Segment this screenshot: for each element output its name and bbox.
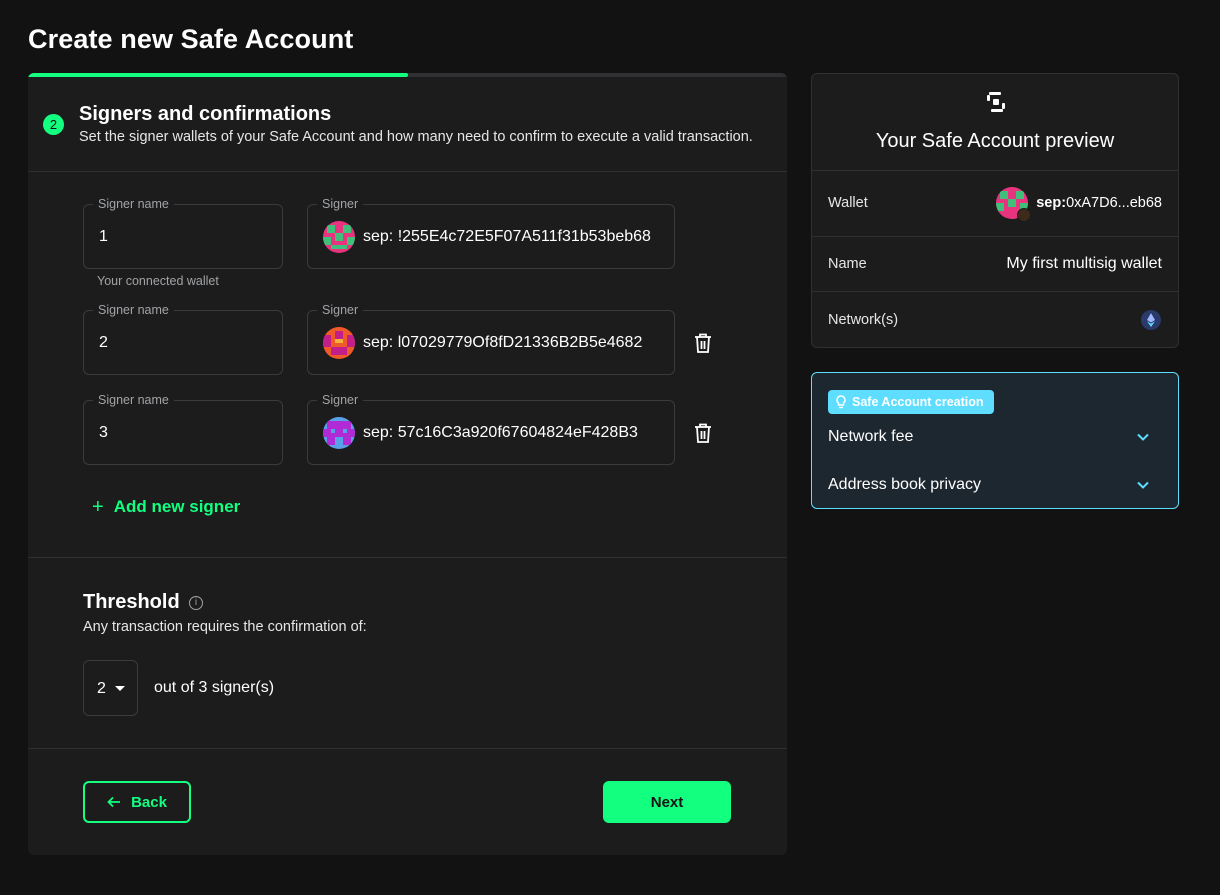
signer-name-label: Signer name bbox=[93, 196, 174, 212]
signer-address-field-1[interactable]: Signer sep: !255E4c72E5F07A511f31b53beb6… bbox=[307, 196, 675, 269]
signer-name-field-3[interactable]: Signer name 3 bbox=[83, 392, 283, 465]
safe-preview-card: Your Safe Account preview Wallet sep:0xA… bbox=[811, 73, 1179, 348]
divider bbox=[28, 171, 787, 172]
step-description: Set the signer wallets of your Safe Acco… bbox=[79, 129, 753, 145]
signer-identicon-3 bbox=[323, 417, 355, 449]
signer-name-value[interactable]: 2 bbox=[99, 334, 108, 352]
create-safe-card: 2 Signers and confirmations Set the sign… bbox=[28, 73, 787, 855]
page-title: Create new Safe Account bbox=[28, 24, 354, 54]
signer-address-value[interactable]: sep: 57c16C3a920f67604824eF428B3 bbox=[363, 424, 653, 442]
signer-address-label: Signer bbox=[317, 196, 364, 212]
plus-icon: + bbox=[92, 496, 104, 518]
preview-networks-row: Network(s) bbox=[812, 291, 1178, 347]
wallet-label: Wallet bbox=[828, 195, 868, 211]
signer-name-label: Signer name bbox=[93, 302, 174, 318]
next-button[interactable]: Next bbox=[603, 781, 731, 823]
network-fee-accordion[interactable]: Network fee bbox=[828, 423, 1150, 451]
threshold-select[interactable]: 2 bbox=[83, 660, 138, 716]
divider bbox=[28, 748, 787, 749]
signer-name-value[interactable]: 3 bbox=[99, 424, 108, 442]
caret-down-icon bbox=[115, 686, 125, 691]
threshold-suffix: out of 3 signer(s) bbox=[154, 679, 275, 696]
signer-address-value[interactable]: sep: l07029779Of8fD21336B2B5e4682 bbox=[363, 334, 653, 352]
chevron-down-icon bbox=[1137, 481, 1149, 489]
preview-title: Your Safe Account preview bbox=[875, 130, 1115, 152]
signer-address-value[interactable]: sep: !255E4c72E5F07A511f31b53beb68 bbox=[363, 228, 653, 246]
signer-address-label: Signer bbox=[317, 302, 364, 318]
networks-label: Network(s) bbox=[828, 312, 899, 328]
add-new-signer-button[interactable]: + Add new signer bbox=[92, 497, 240, 517]
progress-bar-fill bbox=[28, 73, 408, 77]
connected-wallet-helper: Your connected wallet bbox=[97, 274, 219, 288]
signer-name-label: Signer name bbox=[93, 392, 174, 408]
lightbulb-icon bbox=[836, 395, 846, 409]
arrow-left-icon bbox=[107, 796, 121, 808]
chevron-down-icon bbox=[1137, 433, 1149, 441]
threshold-select-value: 2 bbox=[97, 680, 106, 697]
signer-name-field-1[interactable]: Signer name 1 bbox=[83, 196, 283, 269]
wallet-value: sep:0xA7D6...eb68 bbox=[996, 187, 1162, 222]
preview-name-row: Name My first multisig wallet bbox=[812, 236, 1178, 291]
progress-bar bbox=[28, 73, 787, 77]
safe-creation-badge-label: Safe Account creation bbox=[852, 395, 984, 409]
signer-identicon-1 bbox=[323, 221, 355, 253]
threshold-description: Any transaction requires the confirmatio… bbox=[83, 619, 367, 635]
signer-address-field-2[interactable]: Signer sep: l07029779Of8fD21336B2B5e4682 bbox=[307, 302, 675, 375]
sepolia-network-icon bbox=[1141, 310, 1161, 330]
add-new-signer-label: Add new signer bbox=[113, 497, 241, 516]
address-book-privacy-label: Address book privacy bbox=[828, 476, 981, 493]
step-number-badge: 2 bbox=[43, 114, 64, 135]
name-label: Name bbox=[828, 256, 867, 272]
metamask-icon bbox=[1017, 208, 1032, 222]
info-icon[interactable]: i bbox=[189, 596, 203, 610]
signer-address-field-3[interactable]: Signer sep: 57c16C3a920f67604824eF428B3 bbox=[307, 392, 675, 465]
preview-wallet-row: Wallet sep:0xA7D6...eb68 bbox=[812, 170, 1178, 236]
step-title: Signers and confirmations bbox=[79, 103, 332, 125]
delete-signer-2-icon[interactable] bbox=[693, 332, 713, 354]
back-button[interactable]: Back bbox=[83, 781, 191, 823]
network-fee-label: Network fee bbox=[828, 428, 914, 445]
delete-signer-3-icon[interactable] bbox=[693, 422, 713, 444]
safe-creation-badge: Safe Account creation bbox=[828, 390, 994, 414]
wallet-prefix: sep: bbox=[1036, 195, 1067, 211]
signer-name-value[interactable]: 1 bbox=[99, 228, 108, 246]
signer-address-label: Signer bbox=[317, 392, 364, 408]
threshold-title: Threshold bbox=[83, 591, 180, 613]
address-book-privacy-accordion[interactable]: Address book privacy bbox=[828, 471, 1150, 499]
signer-name-field-2[interactable]: Signer name 2 bbox=[83, 302, 283, 375]
safe-logo-icon bbox=[987, 92, 1005, 112]
divider bbox=[28, 557, 787, 558]
back-button-label: Back bbox=[131, 793, 167, 811]
safe-creation-info-card: Safe Account creation Network fee Addres… bbox=[811, 372, 1179, 509]
next-button-label: Next bbox=[650, 793, 684, 811]
wallet-avatar bbox=[996, 187, 1032, 222]
signer-identicon-2 bbox=[323, 327, 355, 359]
name-value: My first multisig wallet bbox=[1006, 255, 1162, 272]
wallet-address: 0xA7D6...eb68 bbox=[1066, 195, 1162, 211]
